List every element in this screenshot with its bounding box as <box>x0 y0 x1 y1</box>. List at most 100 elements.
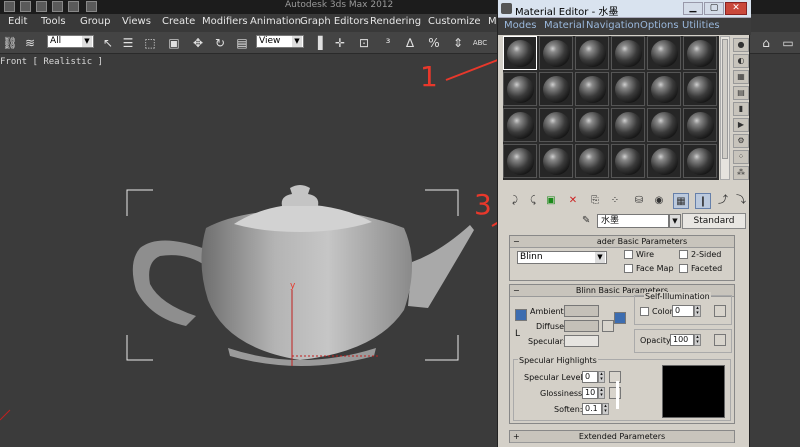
material-slot[interactable] <box>539 108 573 142</box>
scrollbar-thumb[interactable] <box>722 39 728 159</box>
map-lock-icon[interactable] <box>614 312 626 324</box>
undo-icon[interactable] <box>68 1 79 12</box>
show-shaded-material-icon[interactable]: ▦ <box>673 193 689 209</box>
face-map-checkbox[interactable] <box>624 264 633 273</box>
background-icon[interactable]: ▦ <box>733 70 749 84</box>
make-unique-icon[interactable]: ⁘ <box>607 193 623 209</box>
move-icon[interactable]: ✥ <box>190 35 206 51</box>
reset-material-icon[interactable]: ✕ <box>565 193 581 209</box>
link-icon[interactable]: ⛓ <box>2 35 18 51</box>
material-slot[interactable] <box>611 36 645 70</box>
menu-views[interactable]: Views <box>122 16 151 27</box>
material-editor-title-bar[interactable]: Material Editor - 水墨 ▁ ▢ ✕ <box>498 0 751 18</box>
go-to-parent-icon[interactable]: ⤴ <box>715 193 731 209</box>
assign-to-selection-icon[interactable]: ▣ <box>543 193 559 209</box>
glossiness-map-button[interactable] <box>609 387 621 399</box>
material-slot[interactable] <box>647 36 681 70</box>
angle-snap-icon[interactable]: ∆ <box>402 35 418 51</box>
material-slot[interactable] <box>539 72 573 106</box>
material-slot[interactable] <box>683 144 717 178</box>
spinner-icon[interactable]: ▴ ▾ <box>598 371 605 383</box>
material-slot[interactable] <box>503 108 537 142</box>
material-slot[interactable] <box>503 144 537 178</box>
material-slot[interactable] <box>575 144 609 178</box>
soften-field[interactable]: 0.1 <box>582 403 602 415</box>
backlight-icon[interactable]: ◐ <box>733 54 749 68</box>
opacity-map-button[interactable] <box>714 334 726 346</box>
me-menu-modes[interactable]: Modes <box>504 20 536 31</box>
material-slot[interactable] <box>647 108 681 142</box>
video-color-check-icon[interactable]: ▮ <box>733 102 749 116</box>
copy-material-icon[interactable]: ⎘ <box>587 193 603 209</box>
rect-selection-icon[interactable]: ⬚ <box>142 35 158 51</box>
show-end-result-icon[interactable]: ❙ <box>695 193 711 209</box>
percent-snap-icon[interactable]: % <box>426 35 442 51</box>
material-slot[interactable] <box>575 108 609 142</box>
chevron-down-icon[interactable]: ▼ <box>669 214 681 228</box>
two-sided-checkbox[interactable] <box>679 250 688 259</box>
save-file-icon[interactable] <box>52 1 63 12</box>
rollout-collapse-icon[interactable]: − <box>513 285 520 296</box>
material-slot[interactable] <box>683 36 717 70</box>
new-file-icon[interactable] <box>20 1 31 12</box>
menu-graph-editors[interactable]: Graph Editors <box>300 16 369 27</box>
put-to-scene-icon[interactable]: ⤹ <box>525 193 541 209</box>
diffuse-color-swatch[interactable] <box>564 320 599 332</box>
me-menu-utilities[interactable]: Utilities <box>682 20 720 31</box>
material-slot[interactable] <box>611 72 645 106</box>
lock-ambient-diffuse-icon[interactable] <box>515 309 527 321</box>
keyboard-shortcut-icon[interactable]: ⊡ <box>356 35 372 51</box>
viewport-label[interactable]: Front [ Realistic ] <box>0 57 103 67</box>
redo-icon[interactable] <box>86 1 97 12</box>
ref-coord-dropdown[interactable]: View ▼ <box>256 35 304 48</box>
select-object-icon[interactable]: ↖ <box>100 35 116 51</box>
spinner-icon[interactable]: ▴ ▾ <box>694 334 701 346</box>
menu-group[interactable]: Group <box>80 16 110 27</box>
me-menu-material[interactable]: Material <box>544 20 585 31</box>
rotate-icon[interactable]: ↻ <box>212 35 228 51</box>
material-slot[interactable] <box>575 36 609 70</box>
wire-checkbox[interactable] <box>624 250 633 259</box>
material-name-field[interactable]: 水墨 <box>597 214 669 228</box>
close-button[interactable]: ✕ <box>725 2 747 15</box>
menu-modifiers[interactable]: Modifiers <box>202 16 248 27</box>
specular-level-field[interactable]: 0 <box>582 371 598 383</box>
viewport-front[interactable]: Front [ Realistic ] <box>0 54 497 447</box>
rollout-collapse-icon[interactable]: − <box>513 236 520 247</box>
self-illum-map-button[interactable] <box>714 305 726 317</box>
sample-type-icon[interactable]: ● <box>733 38 749 52</box>
material-navigator-icon[interactable]: ⁂ <box>733 166 749 180</box>
specular-color-swatch[interactable] <box>564 335 599 347</box>
spinner-icon[interactable]: ▴ ▾ <box>598 387 605 399</box>
material-slot[interactable] <box>503 72 537 106</box>
material-slot[interactable] <box>611 144 645 178</box>
select-manipulate-icon[interactable]: ✛ <box>332 35 348 51</box>
go-forward-sibling-icon[interactable]: ⤵ <box>733 193 749 209</box>
put-to-library-icon[interactable]: ⛁ <box>631 193 647 209</box>
menu-edit[interactable]: Edit <box>8 16 27 27</box>
pivot-center-icon[interactable]: ▐ <box>310 35 326 51</box>
abc-icon[interactable]: ABC <box>472 35 488 51</box>
self-illum-value-field[interactable]: 0 <box>672 305 694 317</box>
scale-icon[interactable]: ▤ <box>234 35 250 51</box>
unlink-icon[interactable]: ≋ <box>22 35 38 51</box>
menu-rendering[interactable]: Rendering <box>370 16 421 27</box>
material-slot[interactable] <box>683 72 717 106</box>
get-material-icon[interactable]: ⤸ <box>507 193 523 209</box>
make-preview-icon[interactable]: ▶ <box>733 118 749 132</box>
sample-slots-scrollbar[interactable] <box>720 36 730 180</box>
eyedropper-icon[interactable]: ✎ <box>582 214 594 228</box>
menu-more[interactable]: M <box>488 16 497 27</box>
material-slot[interactable] <box>611 108 645 142</box>
snap-toggle-icon[interactable]: ³ <box>380 35 396 51</box>
material-slot[interactable] <box>539 144 573 178</box>
material-slot[interactable] <box>647 144 681 178</box>
material-slot[interactable] <box>503 36 537 70</box>
faceted-checkbox[interactable] <box>679 264 688 273</box>
material-slot[interactable] <box>647 72 681 106</box>
spinner-icon[interactable]: ▴ ▾ <box>694 305 701 317</box>
diffuse-map-button[interactable] <box>602 320 614 332</box>
rollout-expand-icon[interactable]: + <box>513 431 520 442</box>
specular-level-map-button[interactable] <box>609 371 621 383</box>
render-setup-icon[interactable]: ⌂ <box>758 35 774 51</box>
